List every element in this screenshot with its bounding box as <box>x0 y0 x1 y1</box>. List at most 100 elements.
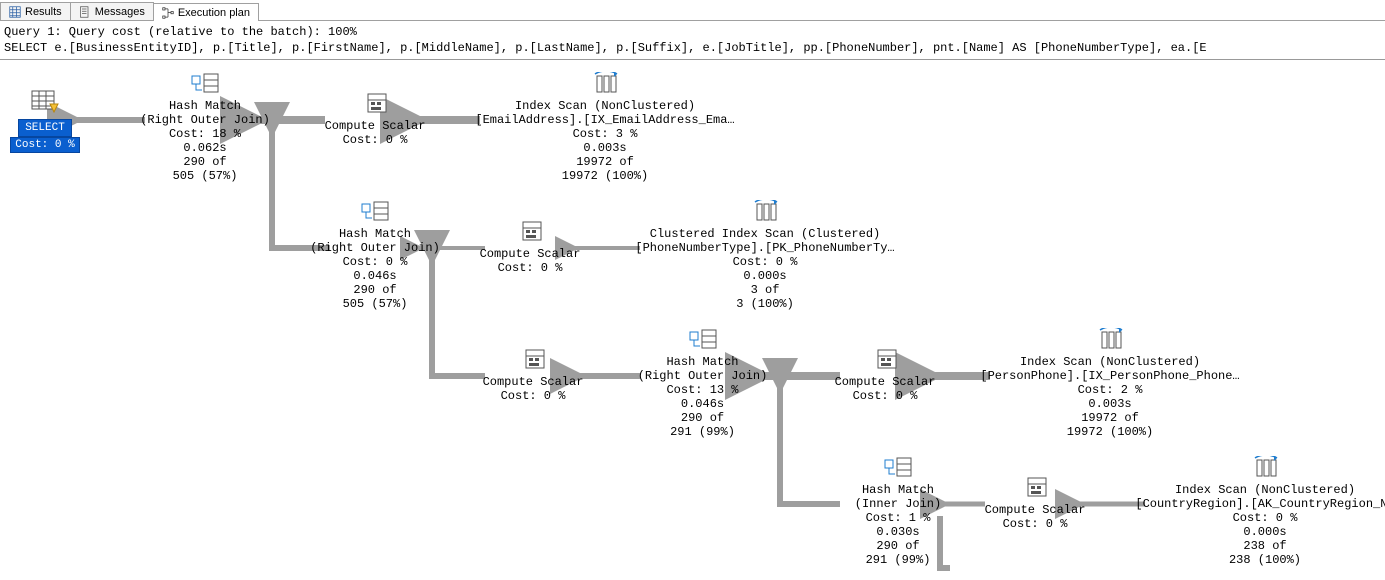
compute-scalar-icon <box>830 348 940 374</box>
node-compute-scalar-3[interactable]: Compute Scalar Cost: 0 % <box>478 348 588 403</box>
op-time: 0.030s <box>838 525 958 539</box>
op-subtype: (Right Outer Join) <box>635 369 770 383</box>
op-name: Compute Scalar <box>320 119 430 133</box>
node-index-scan-emailaddress[interactable]: Index Scan (NonClustered) [EmailAddress]… <box>470 72 740 183</box>
op-rows: 19972 of <box>975 411 1245 425</box>
op-cost: Cost: 3 % <box>470 127 740 141</box>
op-est: 3 (100%) <box>630 297 900 311</box>
op-rows: 19972 of <box>470 155 740 169</box>
op-name: Hash Match <box>140 99 270 113</box>
op-cost: Cost: 0 % <box>630 255 900 269</box>
op-rows: 290 of <box>310 283 440 297</box>
select-icon <box>10 90 80 118</box>
op-cost: Cost: 1 % <box>838 511 958 525</box>
node-compute-scalar-4[interactable]: Compute Scalar Cost: 0 % <box>830 348 940 403</box>
tab-results-label: Results <box>25 6 62 18</box>
op-time: 0.003s <box>470 141 740 155</box>
op-time: 0.003s <box>975 397 1245 411</box>
op-object: [PhoneNumberType].[PK_PhoneNumberTy… <box>630 241 900 255</box>
tab-results[interactable]: Results <box>0 2 71 20</box>
op-est: 19972 (100%) <box>470 169 740 183</box>
op-est: 505 (57%) <box>140 169 270 183</box>
op-cost: Cost: 18 % <box>140 127 270 141</box>
op-cost: Cost: 0 % <box>980 517 1090 531</box>
op-cost: Cost: 0 % <box>320 133 430 147</box>
op-time: 0.046s <box>635 397 770 411</box>
op-name: Compute Scalar <box>980 503 1090 517</box>
op-cost: Cost: 0 % <box>478 389 588 403</box>
query-sql-text: SELECT e.[BusinessEntityID], p.[Title], … <box>0 41 1385 60</box>
op-time: 0.000s <box>630 269 900 283</box>
compute-scalar-icon <box>320 92 430 118</box>
node-index-scan-countryregion[interactable]: Index Scan (NonClustered) [CountryRegion… <box>1130 456 1385 567</box>
op-time: 0.062s <box>140 141 270 155</box>
op-object: [CountryRegion].[AK_CountryRegion_N… <box>1130 497 1385 511</box>
op-rows: 290 of <box>838 539 958 553</box>
hash-match-icon <box>635 328 770 354</box>
compute-scalar-icon <box>475 220 585 246</box>
grid-icon <box>9 6 21 18</box>
hash-match-icon <box>838 456 958 482</box>
index-scan-icon <box>470 72 740 98</box>
op-est: 238 (100%) <box>1130 553 1385 567</box>
op-subtype: (Inner Join) <box>838 497 958 511</box>
op-name: Index Scan (NonClustered) <box>1130 483 1385 497</box>
op-name: Clustered Index Scan (Clustered) <box>630 227 900 241</box>
op-object: [PersonPhone].[IX_PersonPhone_Phone… <box>975 369 1245 383</box>
op-name: Hash Match <box>635 355 770 369</box>
op-subtype: (Right Outer Join) <box>310 241 440 255</box>
node-select[interactable]: SELECT Cost: 0 % <box>10 90 80 153</box>
tab-execution-plan[interactable]: Execution plan <box>153 3 259 21</box>
tab-bar: Results Messages Execution plan <box>0 0 1385 21</box>
node-compute-scalar-5[interactable]: Compute Scalar Cost: 0 % <box>980 476 1090 531</box>
op-rows: 3 of <box>630 283 900 297</box>
node-compute-scalar-2[interactable]: Compute Scalar Cost: 0 % <box>475 220 585 275</box>
op-rows: 290 of <box>635 411 770 425</box>
compute-scalar-icon <box>478 348 588 374</box>
tab-messages-label: Messages <box>95 6 145 18</box>
op-cost: Cost: 0 % <box>1130 511 1385 525</box>
op-name: Hash Match <box>310 227 440 241</box>
query-cost-header: Query 1: Query cost (relative to the bat… <box>0 21 1385 41</box>
op-name: Index Scan (NonClustered) <box>975 355 1245 369</box>
op-cost: Cost: 13 % <box>635 383 770 397</box>
op-rows: 290 of <box>140 155 270 169</box>
op-cost: Cost: 0 % <box>475 261 585 275</box>
op-est: 291 (99%) <box>635 425 770 439</box>
op-time: 0.046s <box>310 269 440 283</box>
node-hash-match-3[interactable]: Hash Match (Right Outer Join) Cost: 13 %… <box>635 328 770 439</box>
hash-match-icon <box>140 72 270 98</box>
op-rows: 238 of <box>1130 539 1385 553</box>
select-cost: Cost: 0 % <box>10 137 79 153</box>
node-hash-match-4[interactable]: Hash Match (Inner Join) Cost: 1 % 0.030s… <box>838 456 958 567</box>
op-name: Hash Match <box>838 483 958 497</box>
op-name: Compute Scalar <box>475 247 585 261</box>
op-object: [EmailAddress].[IX_EmailAddress_Ema… <box>470 113 740 127</box>
op-name: Compute Scalar <box>478 375 588 389</box>
node-clustered-index-scan-phonenumbertype[interactable]: Clustered Index Scan (Clustered) [PhoneN… <box>630 200 900 311</box>
node-compute-scalar-1[interactable]: Compute Scalar Cost: 0 % <box>320 92 430 147</box>
execution-plan-canvas[interactable]: SELECT Cost: 0 % Hash Match (Right Outer… <box>0 60 1385 580</box>
op-name: Compute Scalar <box>830 375 940 389</box>
op-subtype: (Right Outer Join) <box>140 113 270 127</box>
compute-scalar-icon <box>980 476 1090 502</box>
op-est: 19972 (100%) <box>975 425 1245 439</box>
tab-messages[interactable]: Messages <box>70 2 154 20</box>
hash-match-icon <box>310 200 440 226</box>
op-cost: Cost: 0 % <box>830 389 940 403</box>
op-cost: Cost: 0 % <box>310 255 440 269</box>
node-index-scan-personphone[interactable]: Index Scan (NonClustered) [PersonPhone].… <box>975 328 1245 439</box>
op-est: 291 (99%) <box>838 553 958 567</box>
op-est: 505 (57%) <box>310 297 440 311</box>
tab-execution-plan-label: Execution plan <box>178 7 250 19</box>
node-hash-match-1[interactable]: Hash Match (Right Outer Join) Cost: 18 %… <box>140 72 270 183</box>
select-label: SELECT <box>18 119 72 137</box>
document-icon <box>79 6 91 18</box>
index-scan-icon <box>1130 456 1385 482</box>
node-hash-match-2[interactable]: Hash Match (Right Outer Join) Cost: 0 % … <box>310 200 440 311</box>
clustered-index-scan-icon <box>630 200 900 226</box>
op-name: Index Scan (NonClustered) <box>470 99 740 113</box>
op-cost: Cost: 2 % <box>975 383 1245 397</box>
op-time: 0.000s <box>1130 525 1385 539</box>
plan-icon <box>162 7 174 19</box>
